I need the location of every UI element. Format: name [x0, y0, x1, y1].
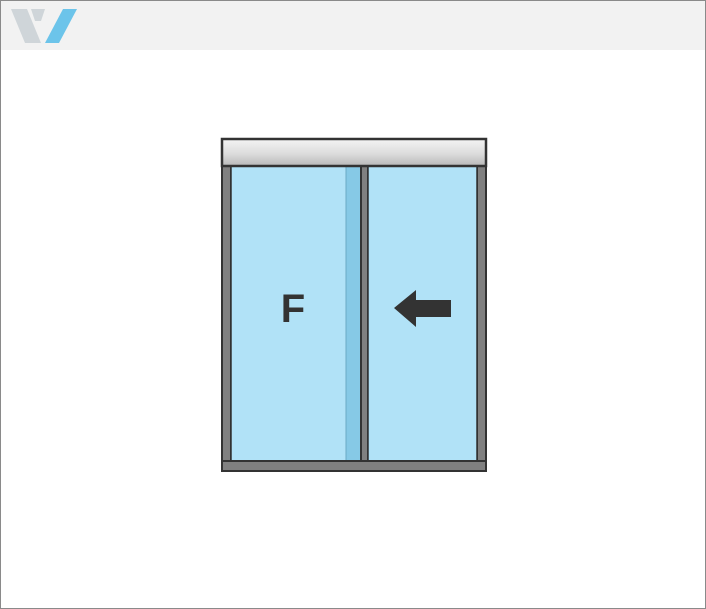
right-jamb — [476, 164, 487, 463]
logo-mid-stroke — [31, 9, 45, 21]
header-bar — [1, 1, 705, 50]
door-drawing — [220, 137, 488, 472]
brand-w-logo — [11, 9, 77, 43]
header-box — [220, 137, 488, 168]
bottom-sill — [221, 460, 487, 472]
meeting-stile — [360, 164, 369, 463]
logo-right-stroke — [45, 9, 77, 43]
panel-overlap-strip — [346, 166, 360, 462]
page-frame: F — [0, 0, 706, 609]
sliding-door-diagram: F — [220, 137, 488, 473]
fixed-panel-label: F — [280, 287, 306, 331]
left-jamb — [221, 164, 232, 463]
